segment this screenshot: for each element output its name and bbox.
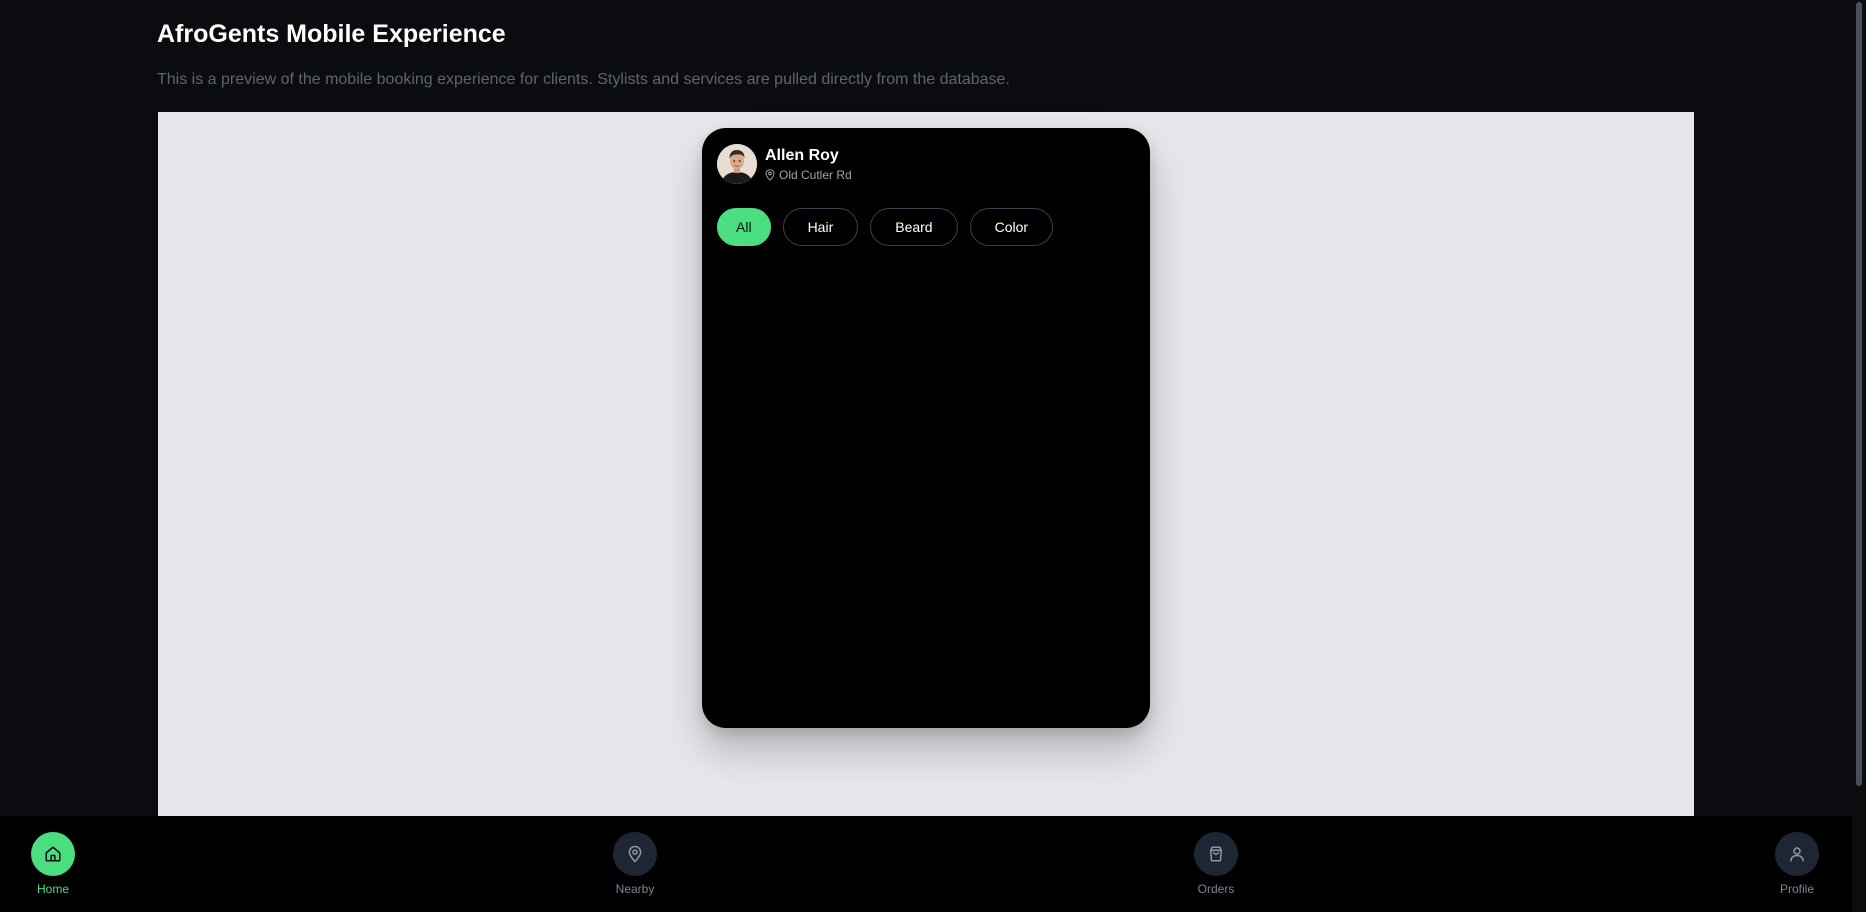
page-scrollbar[interactable] — [1852, 0, 1866, 912]
nav-label-home: Home — [36, 882, 69, 896]
service-filter-chips: All Hair Beard Color — [717, 208, 1054, 246]
user-avatar-photo — [717, 144, 757, 184]
filter-chip-label: Hair — [807, 219, 834, 235]
filter-chip-color[interactable]: Color — [969, 208, 1054, 246]
nav-item-profile[interactable]: Profile — [1757, 832, 1837, 896]
nav-icon-wrapper — [613, 832, 657, 876]
filter-chip-label: Beard — [895, 219, 933, 235]
user-location-label: Old Cutler Rd — [779, 168, 852, 182]
nav-label-nearby: Nearby — [615, 882, 655, 896]
user-location: Old Cutler Rd — [765, 168, 852, 182]
nav-item-nearby[interactable]: Nearby — [595, 832, 675, 896]
page: AfroGents Mobile Experience This is a pr… — [0, 0, 1866, 912]
user-info: Allen Roy Old Cutler Rd — [765, 146, 852, 182]
nav-item-orders[interactable]: Orders — [1176, 832, 1256, 896]
bottom-navigation: Home Nearby Orders Profile — [0, 816, 1852, 912]
nav-label-orders: Orders — [1197, 882, 1235, 896]
phone-frame: Allen Roy Old Cutler Rd All Hair Beard C… — [702, 128, 1150, 728]
nav-label-profile: Profile — [1779, 882, 1814, 896]
user-profile-row: Allen Roy Old Cutler Rd — [717, 144, 852, 184]
filter-chip-beard[interactable]: Beard — [870, 208, 958, 246]
nav-icon-wrapper — [1775, 832, 1819, 876]
mobile-preview-area: Allen Roy Old Cutler Rd All Hair Beard C… — [158, 112, 1694, 816]
avatar[interactable] — [717, 144, 757, 184]
map-pin-icon — [765, 169, 775, 181]
nav-item-home[interactable]: Home — [13, 832, 93, 896]
user-name: Allen Roy — [765, 147, 839, 164]
shopping-bag-icon — [1210, 846, 1222, 862]
filter-chip-all[interactable]: All — [717, 208, 771, 246]
nav-icon-wrapper — [1194, 832, 1238, 876]
filter-chip-hair[interactable]: Hair — [782, 208, 859, 246]
user-icon — [1790, 847, 1804, 862]
page-subtitle: This is a preview of the mobile booking … — [157, 71, 1010, 88]
home-icon — [45, 846, 61, 862]
page-title: AfroGents Mobile Experience — [157, 20, 506, 48]
scrollbar-thumb[interactable] — [1856, 2, 1862, 786]
page-header: AfroGents Mobile Experience This is a pr… — [157, 18, 1010, 90]
filter-chip-label: All — [736, 219, 752, 235]
nav-icon-wrapper — [31, 832, 75, 876]
filter-chip-label: Color — [994, 219, 1029, 235]
map-pin-icon — [628, 845, 642, 863]
